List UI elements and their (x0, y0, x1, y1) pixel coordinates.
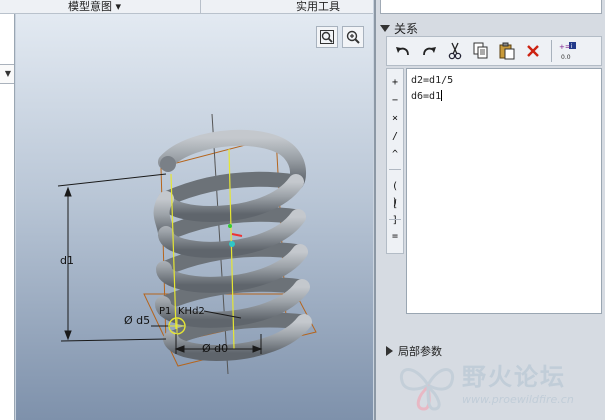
dimension-pitch-symbol[interactable]: P1 (159, 306, 171, 317)
relations-section-title: 关系 (394, 22, 419, 36)
ribbon-bar: 模型意图 ▾ 实用工具 (0, 0, 373, 14)
operator-palette: + − × / ^ ( ) [ ] = (386, 68, 404, 254)
relation-line: d6=d1 (411, 90, 443, 102)
dimension-d1-label[interactable]: d1 (60, 254, 74, 267)
watermark-title: 野火论坛 (462, 363, 566, 391)
text-caret (441, 90, 443, 101)
copy-button[interactable] (469, 39, 493, 63)
collapse-triangle-icon (380, 25, 390, 32)
toolbar-separator (551, 40, 552, 62)
undo-button[interactable] (391, 39, 415, 63)
operator-plus-button[interactable]: + (387, 75, 403, 91)
redo-icon (423, 47, 436, 56)
dimension-d5-label[interactable]: Ø d5 (124, 314, 150, 327)
operator-minus-button[interactable]: − (387, 93, 403, 109)
operator-divide-button[interactable]: / (387, 129, 403, 145)
watermark-url: www.proewildfire.cn (462, 393, 574, 406)
graphics-viewport[interactable]: d1 Ø d5 P1 KHd2 Ø d0 (16, 14, 373, 420)
tab-utilities[interactable]: 实用工具 (296, 0, 340, 14)
relation-line: d2=d1/5 (411, 75, 454, 86)
spring-model: d1 Ø d5 P1 KHd2 Ø d0 (57, 113, 317, 375)
operator-separator (389, 219, 401, 220)
delete-button[interactable] (521, 39, 545, 63)
operator-brackets-button[interactable]: [ ] (387, 197, 403, 226)
tab-model-intent[interactable]: 模型意图 ▾ (68, 0, 121, 14)
coil-start-face (160, 156, 176, 172)
svg-text:0.0: 0.0 (561, 54, 571, 61)
relations-editor[interactable]: d2=d1/5 d6=d1 (406, 68, 602, 314)
look-in-field[interactable] (380, 0, 602, 14)
operator-multiply-button[interactable]: × (387, 111, 403, 127)
evaluate-icon: i += 0.0 (559, 42, 576, 61)
chevron-down-icon: ▼ (4, 69, 11, 78)
delete-x-icon (527, 45, 539, 57)
ribbon-separator (200, 0, 201, 14)
operator-equals-button[interactable]: = (387, 229, 403, 245)
paste-button[interactable] (495, 39, 519, 63)
dimension-d0-label[interactable]: Ø d0 (202, 342, 228, 355)
panel-dropdown[interactable]: ▼ (0, 64, 14, 84)
svg-text:+=: += (559, 43, 571, 51)
evaluate-button[interactable]: i += 0.0 (556, 39, 580, 63)
relations-toolbar: i += 0.0 (386, 36, 602, 66)
relations-section-header[interactable]: 关系 (380, 20, 418, 37)
forum-watermark: 野火论坛 www.proewildfire.cn (390, 353, 605, 420)
paste-icon (499, 42, 515, 60)
dimension-pitch-label[interactable]: KHd2 (178, 306, 205, 317)
model-tree-panel: ▼ (0, 14, 15, 420)
operator-power-button[interactable]: ^ (387, 147, 403, 163)
operator-parentheses-button[interactable]: ( ) (387, 179, 403, 208)
cut-button[interactable] (443, 39, 467, 63)
butterfly-logo-icon (399, 368, 455, 411)
copy-icon (473, 42, 488, 59)
redo-button[interactable] (417, 39, 441, 63)
scissors-icon (448, 42, 462, 60)
undo-icon (396, 47, 409, 56)
operator-separator (389, 169, 401, 170)
